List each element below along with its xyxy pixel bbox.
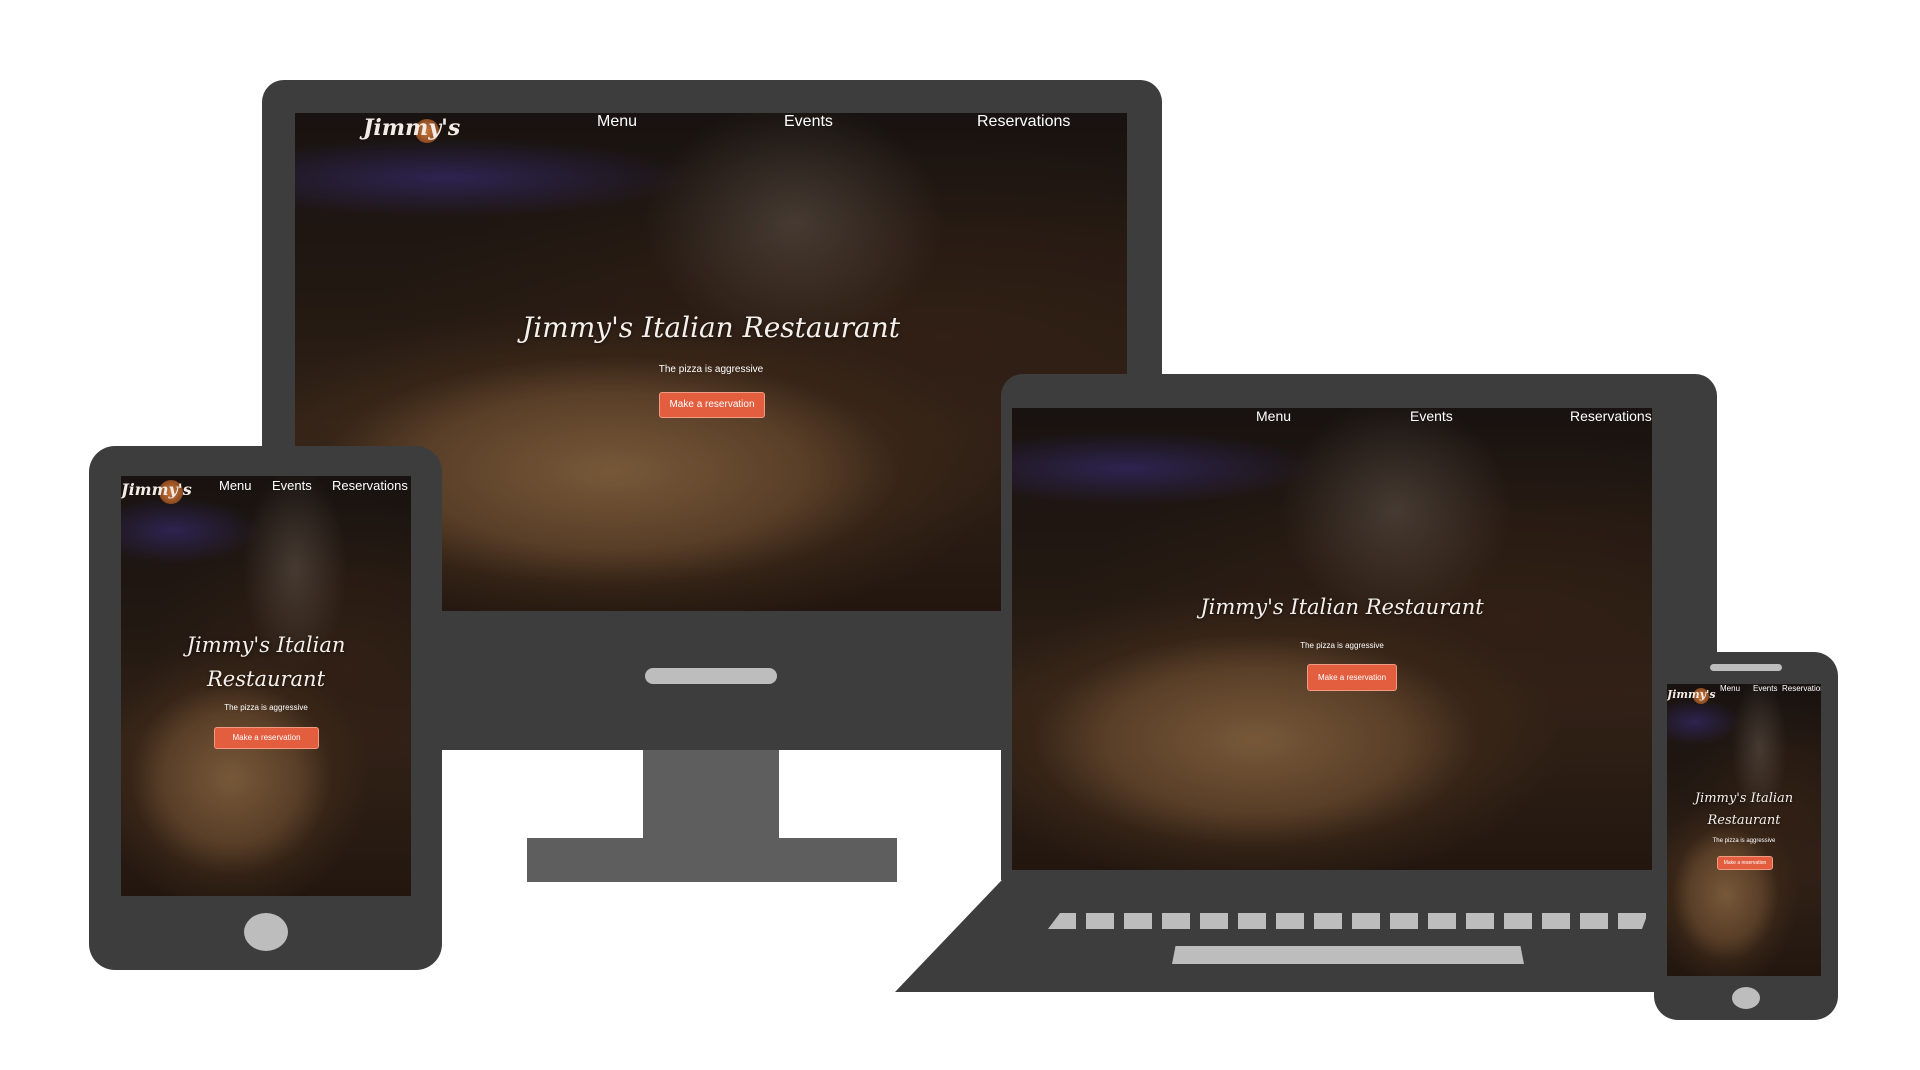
- nav-events-link[interactable]: Events: [1753, 684, 1777, 693]
- monitor-neck: [643, 750, 779, 838]
- tablet-screen: Jimmy's Menu Events Reservations Jimmy's…: [121, 476, 411, 896]
- monitor-power-button: [645, 668, 777, 684]
- hero-title: Jimmy's Italian Restaurant: [141, 628, 391, 696]
- nav-events-link[interactable]: Events: [272, 478, 312, 493]
- hero-title-line-2: Restaurant: [206, 667, 326, 691]
- nav-reservations-link[interactable]: Reservations: [977, 113, 1070, 131]
- hero-title-line-1: Jimmy's Italian: [1694, 791, 1794, 806]
- site-logo[interactable]: Jimmy's: [363, 115, 460, 143]
- nav-menu-link[interactable]: Menu: [597, 113, 637, 131]
- hero-title-line-2: Restaurant: [1707, 813, 1781, 828]
- laptop-trackpad: [1172, 946, 1524, 964]
- nav-events-link[interactable]: Events: [1410, 408, 1453, 424]
- make-reservation-button[interactable]: Make a reservation: [1717, 856, 1773, 870]
- hero-title: Jimmy's Italian Restaurant: [1200, 595, 1484, 619]
- site-logo[interactable]: Jimmy's: [1667, 688, 1716, 704]
- nav-reservations-link[interactable]: Reservations: [1782, 684, 1821, 693]
- nav-menu-link[interactable]: Menu: [1256, 408, 1291, 424]
- nav-menu-link[interactable]: Menu: [219, 478, 252, 493]
- phone-screen: Jimmy's Menu Events Reservations Jimmy's…: [1667, 684, 1821, 976]
- nav-events-link[interactable]: Events: [784, 113, 833, 131]
- site-logo[interactable]: Jimmy's: [121, 480, 192, 504]
- hero-title: Jimmy's Italian Restaurant: [1677, 788, 1811, 832]
- make-reservation-button[interactable]: Make a reservation: [659, 392, 765, 418]
- monitor-base: [527, 838, 897, 882]
- make-reservation-button[interactable]: Make a reservation: [1307, 664, 1397, 691]
- laptop-key-row: [1048, 913, 1648, 929]
- hero-tagline: The pizza is aggressive: [658, 364, 764, 375]
- nav-reservations-link[interactable]: Reservations: [332, 478, 408, 493]
- tablet-home-button: [244, 913, 288, 951]
- laptop-screen: Menu Events Reservations Jimmy's Italian…: [1012, 408, 1652, 870]
- hero-title: Jimmy's Italian Restaurant: [522, 311, 900, 344]
- laptop-keyboard-deck: [895, 880, 1717, 992]
- nav-reservations-link[interactable]: Reservations: [1570, 408, 1652, 424]
- make-reservation-button[interactable]: Make a reservation: [214, 727, 319, 749]
- hero-tagline: The pizza is aggressive: [1712, 838, 1776, 844]
- phone-speaker: [1710, 664, 1782, 671]
- nav-menu-link[interactable]: Menu: [1720, 684, 1740, 693]
- hero-title-line-1: Jimmy's Italian: [186, 633, 346, 657]
- hero-tagline: The pizza is aggressive: [224, 703, 308, 712]
- phone-home-button: [1732, 987, 1760, 1009]
- hero-tagline: The pizza is aggressive: [1300, 641, 1384, 650]
